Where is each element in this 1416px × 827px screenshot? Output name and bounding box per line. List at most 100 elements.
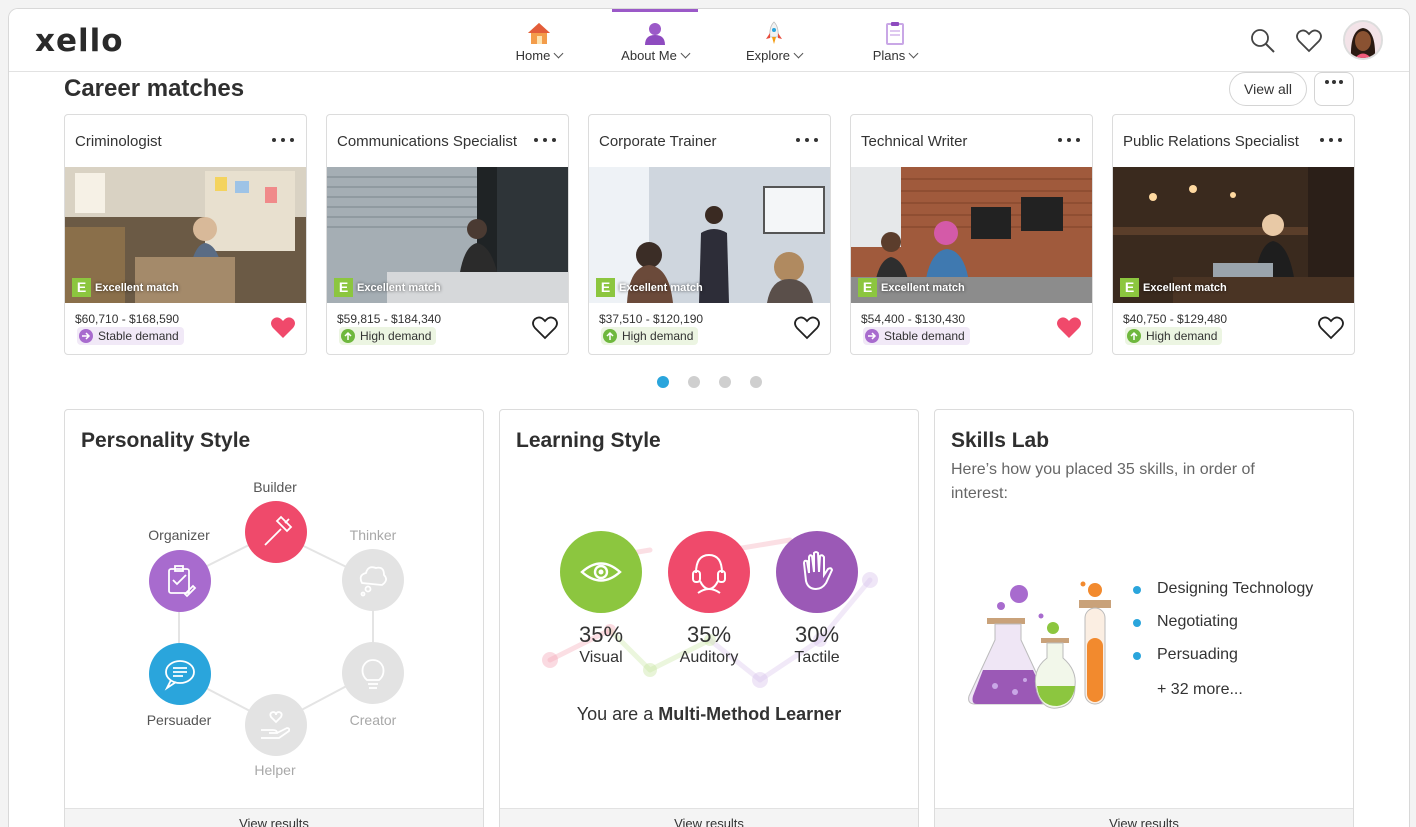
- chevron-down-icon: [680, 48, 691, 59]
- trait-label-thinker: Thinker: [349, 527, 397, 543]
- learning-tactile-circle[interactable]: [776, 531, 858, 613]
- skills-lab-subtitle: Here’s how you placed 35 skills, in orde…: [951, 461, 1255, 502]
- learning-tactile-label: Tactile: [794, 649, 840, 666]
- science-flasks-illustration: [968, 581, 1111, 709]
- nav-plans[interactable]: Plans: [865, 9, 925, 72]
- salary-range: $37,510 - $120,190: [599, 312, 704, 326]
- nav-home[interactable]: Home: [509, 9, 569, 72]
- trait-thinker[interactable]: [342, 549, 404, 611]
- pager-dot[interactable]: [688, 376, 700, 388]
- headset-icon: [692, 553, 726, 594]
- helping-hand-icon: [261, 711, 291, 739]
- carousel-pager: [657, 376, 767, 388]
- nav-explore[interactable]: Explore: [739, 9, 809, 72]
- career-card[interactable]: Technical Writer E Excellent match $54,40…: [850, 114, 1093, 355]
- trait-builder[interactable]: [245, 501, 307, 563]
- demand-badge: High demand: [1125, 327, 1223, 345]
- demand-badge: High demand: [601, 327, 699, 345]
- career-more-button[interactable]: [1314, 72, 1354, 106]
- heart-outline-icon[interactable]: [1318, 316, 1344, 340]
- demand-badge: Stable demand: [863, 327, 970, 345]
- xello-logo[interactable]: xello: [35, 23, 124, 59]
- learning-visual-circle[interactable]: [560, 531, 642, 613]
- skills-view-results-button[interactable]: View results: [935, 808, 1353, 827]
- thought-bubble-icon: [359, 566, 387, 597]
- demand-badge: Stable demand: [77, 327, 184, 345]
- trait-label-persuader: Persuader: [146, 712, 212, 728]
- hammer-icon: [264, 515, 293, 546]
- match-badge: E Excellent match: [596, 278, 703, 297]
- chevron-down-icon: [553, 48, 564, 59]
- speech-bubble-icon: [164, 660, 195, 691]
- pager-dot[interactable]: [750, 376, 762, 388]
- more-options-icon: [1323, 80, 1345, 86]
- learning-auditory-label: Auditory: [679, 649, 739, 666]
- demand-badge: High demand: [339, 327, 437, 345]
- career-card[interactable]: Corporate Trainer E Excellent match $37,5…: [588, 114, 831, 355]
- rocket-icon: [766, 21, 782, 44]
- search-icon[interactable]: [1249, 27, 1277, 55]
- career-card-title: Public Relations Specialist: [1123, 133, 1299, 150]
- eye-icon: [580, 562, 622, 582]
- pager-dot[interactable]: [719, 376, 731, 388]
- avatar-image: [1345, 22, 1381, 58]
- learning-style-panel: Learning Style 35% Visual 35% Auditory 3…: [499, 409, 919, 827]
- chevron-down-icon: [793, 48, 804, 59]
- career-card[interactable]: Communications Specialist E Excellent mat…: [326, 114, 569, 355]
- learning-tactile-percent: 30%: [794, 622, 840, 647]
- avatar[interactable]: [1343, 20, 1383, 60]
- nav-home-label: Home: [515, 48, 551, 63]
- nav-about-me[interactable]: About Me: [612, 9, 698, 72]
- trait-label-organizer: Organizer: [148, 527, 210, 543]
- trait-helper[interactable]: [245, 694, 307, 756]
- learning-auditory-circle[interactable]: [668, 531, 750, 613]
- heart-outline-icon[interactable]: [794, 316, 820, 340]
- trait-creator[interactable]: [342, 642, 404, 704]
- learning-visual-label: Visual: [579, 649, 623, 666]
- career-card-menu-icon[interactable]: [794, 131, 822, 149]
- arrow-up-icon: [1127, 329, 1141, 343]
- heart-icon[interactable]: [1295, 27, 1323, 55]
- skills-list-item: Negotiating: [1133, 613, 1313, 646]
- career-card-menu-icon[interactable]: [1056, 131, 1084, 149]
- arrow-right-icon: [79, 329, 93, 343]
- learning-style-title: Learning Style: [516, 429, 661, 452]
- trait-persuader[interactable]: [149, 643, 211, 705]
- career-card-title: Technical Writer: [861, 133, 968, 150]
- heart-outline-icon[interactable]: [532, 316, 558, 340]
- learning-view-results-button[interactable]: View results: [500, 808, 918, 827]
- hand-icon: [802, 551, 834, 591]
- lightbulb-icon: [361, 659, 385, 689]
- heart-filled-icon[interactable]: [1056, 316, 1082, 340]
- skills-list-item: Persuading: [1133, 646, 1313, 679]
- skills-lab-title: Skills Lab: [951, 429, 1050, 452]
- person-icon: [645, 23, 665, 45]
- trait-label-builder: Builder: [253, 479, 297, 495]
- app-window: xello Home About Me Explore Plans Career…: [8, 8, 1410, 827]
- match-badge: E Excellent match: [334, 278, 441, 297]
- skills-list: Designing Technology Negotiating Persuad…: [1133, 580, 1313, 699]
- nav-plans-label: Plans: [872, 48, 906, 63]
- career-card-menu-icon[interactable]: [1318, 131, 1346, 149]
- view-all-button[interactable]: View all: [1229, 72, 1307, 106]
- arrow-right-icon: [865, 329, 879, 343]
- skills-more-count: + 32 more...: [1157, 681, 1243, 698]
- house-icon: [528, 23, 550, 44]
- personality-view-results-button[interactable]: View results: [65, 808, 483, 827]
- match-badge: E Excellent match: [858, 278, 965, 297]
- skills-lab-panel: Skills Lab Here’s how you placed 35 skil…: [934, 409, 1354, 827]
- career-card-title: Corporate Trainer: [599, 133, 717, 150]
- match-badge: E Excellent match: [1120, 278, 1227, 297]
- nav-explore-label: Explore: [745, 48, 791, 63]
- salary-range: $60,710 - $168,590: [75, 312, 180, 326]
- career-card-menu-icon[interactable]: [532, 131, 560, 149]
- heart-filled-icon[interactable]: [270, 316, 296, 340]
- learning-visual-percent: 35%: [578, 622, 624, 647]
- trait-label-creator: Creator: [349, 712, 397, 728]
- career-card-menu-icon[interactable]: [270, 131, 298, 149]
- career-card[interactable]: Criminologist E Excellent match $60,710 -…: [64, 114, 307, 355]
- personality-style-panel: Personality Style Builder Thinker Creato…: [64, 409, 484, 827]
- pager-dot-active[interactable]: [657, 376, 669, 388]
- trait-organizer[interactable]: [149, 550, 211, 612]
- career-card[interactable]: Public Relations Specialist E Excellent m…: [1112, 114, 1355, 355]
